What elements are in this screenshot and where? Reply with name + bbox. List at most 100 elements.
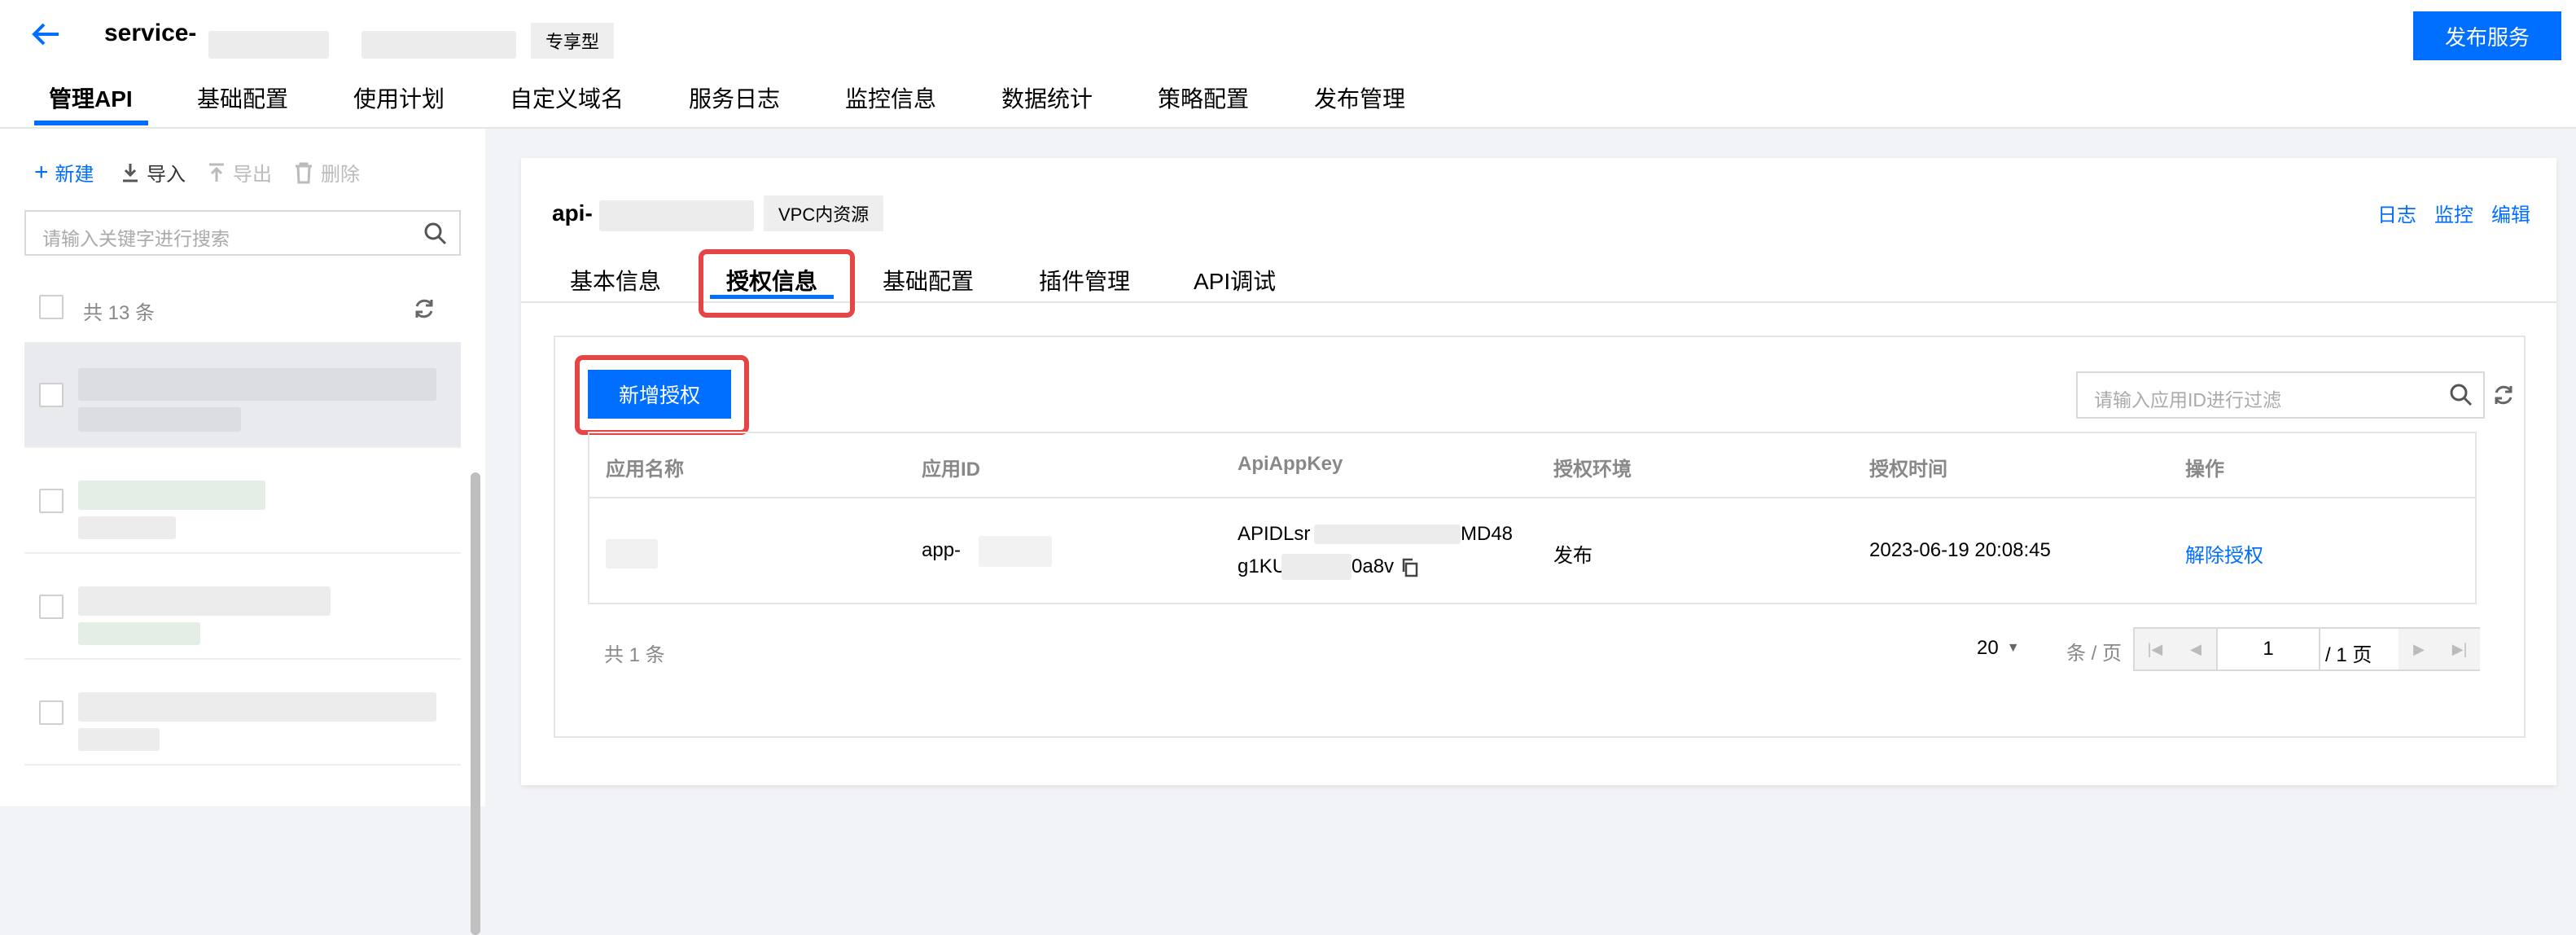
col-actions: 操作: [2185, 459, 2224, 481]
highlight-box: [575, 355, 749, 435]
plus-icon: +: [34, 158, 49, 186]
tab-basic-info[interactable]: 基本信息: [570, 264, 661, 296]
page-size-value: 20: [1977, 637, 1999, 659]
app-id-cell: app-: [922, 539, 962, 561]
redacted-block: [606, 539, 658, 568]
download-icon: [123, 163, 138, 182]
total-pages: / 1 页: [2325, 644, 2372, 666]
col-api-app-key: ApiAppKey: [1238, 453, 1343, 475]
filter-placeholder: 请输入应用ID进行过滤: [2094, 389, 2281, 410]
nav-service-log[interactable]: 服务日志: [689, 81, 780, 114]
api-app-key-line2-end: 0a8v: [1352, 555, 1395, 577]
col-app-id: 应用ID: [922, 459, 980, 481]
delete-label: 删除: [321, 164, 360, 186]
import-label: 导入: [147, 164, 186, 186]
refresh-icon[interactable]: [412, 296, 436, 321]
nav-manage-api[interactable]: 管理API: [49, 81, 133, 114]
api-app-key-line2-start: g1KU: [1238, 555, 1287, 577]
header-bar: service- 专享型 发布服务 管理API 基础配置 使用计划 自定义域名 …: [0, 0, 2576, 129]
pagination: |◀ ◀ 1 / 1 页 ▶ ▶|: [2133, 627, 2480, 671]
last-page-icon[interactable]: ▶|: [2439, 629, 2480, 669]
tab-plugin-manage[interactable]: 插件管理: [1039, 264, 1130, 296]
service-type-tag: 专享型: [531, 23, 615, 59]
nav-data-stats[interactable]: 数据统计: [1001, 81, 1093, 114]
next-page-icon[interactable]: ▶: [2399, 629, 2439, 669]
vpc-tag: VPC内资源: [764, 195, 884, 231]
search-icon[interactable]: [423, 222, 448, 246]
redacted-block: [78, 728, 160, 751]
edit-link[interactable]: 编辑: [2491, 199, 2530, 227]
nav-publish-manage[interactable]: 发布管理: [1314, 81, 1405, 114]
list-item[interactable]: [24, 342, 461, 448]
row-checkbox[interactable]: [39, 489, 64, 513]
col-app-name: 应用名称: [606, 459, 684, 481]
auth-time-cell: 2023-06-19 20:08:45: [1869, 539, 2051, 561]
search-placeholder: 请输入关键字进行搜索: [42, 228, 230, 249]
revoke-auth-link[interactable]: 解除授权: [2185, 539, 2263, 568]
nav-basic-config[interactable]: 基础配置: [197, 81, 288, 114]
redacted-block: [361, 31, 516, 59]
col-auth-env: 授权环境: [1553, 459, 1632, 481]
table-row: app- APIDLsr MD48 g1KU 0a8v 发布 2023-06-1…: [589, 498, 2475, 603]
nav-custom-domain[interactable]: 自定义域名: [510, 81, 624, 114]
export-label: 导出: [233, 164, 272, 186]
redacted-block: [78, 516, 176, 539]
col-auth-time: 授权时间: [1869, 459, 1947, 481]
list-item[interactable]: [24, 554, 461, 660]
redacted-block: [1281, 554, 1352, 580]
monitor-link[interactable]: 监控: [2434, 199, 2473, 227]
highlight-box: [699, 249, 855, 318]
select-all-checkbox[interactable]: [39, 295, 64, 319]
app-id-filter-input[interactable]: 请输入应用ID进行过滤: [2076, 371, 2485, 419]
upload-icon: [209, 163, 224, 182]
list-item[interactable]: [24, 448, 461, 554]
auth-env-cell: 发布: [1553, 545, 1592, 567]
first-page-icon[interactable]: |◀: [2135, 629, 2175, 669]
log-link[interactable]: 日志: [2377, 199, 2416, 227]
redacted-block: [78, 622, 200, 645]
list-item[interactable]: [24, 660, 461, 766]
search-icon[interactable]: [2449, 383, 2473, 407]
tab-basic-config[interactable]: 基础配置: [883, 264, 974, 296]
prev-page-icon[interactable]: ◀: [2175, 629, 2216, 669]
row-checkbox[interactable]: [39, 383, 64, 407]
nav-usage-plan[interactable]: 使用计划: [353, 81, 445, 114]
publish-service-button[interactable]: 发布服务: [2413, 11, 2561, 60]
delete-button[interactable]: 删除: [293, 158, 360, 187]
page-size-unit: 条 / 页: [2066, 643, 2123, 665]
api-search-input[interactable]: 请输入关键字进行搜索: [24, 210, 461, 256]
new-api-button[interactable]: + 新建: [34, 158, 94, 187]
back-arrow-icon[interactable]: [28, 16, 64, 52]
new-label: 新建: [55, 164, 94, 186]
redacted-block: [208, 31, 329, 59]
trash-icon: [296, 162, 312, 183]
nav-active-indicator: [34, 121, 148, 125]
import-button[interactable]: 导入: [120, 158, 186, 187]
page-size-select[interactable]: 20 ▼: [1977, 637, 2020, 660]
api-app-key-line1-start: APIDLsr: [1238, 523, 1311, 545]
export-button[interactable]: 导出: [207, 158, 272, 187]
redacted-block: [979, 536, 1052, 567]
redacted-block: [78, 481, 265, 510]
redacted-block: [78, 368, 436, 401]
api-app-key-line1-end: MD48: [1461, 523, 1514, 545]
auth-panel: 新增授权 请输入应用ID进行过滤 应用名称 应用ID ApiAppKey 授权环…: [554, 336, 2526, 738]
nav-monitor-info[interactable]: 监控信息: [845, 81, 936, 114]
row-checkbox[interactable]: [39, 595, 64, 619]
redacted-block: [599, 200, 754, 231]
service-title: service-: [104, 20, 197, 46]
refresh-icon[interactable]: [2491, 383, 2516, 407]
nav-policy-config[interactable]: 策略配置: [1158, 81, 1249, 114]
redacted-block: [78, 586, 331, 616]
tab-api-debug[interactable]: API调试: [1194, 264, 1276, 296]
page-number-input[interactable]: 1: [2216, 629, 2320, 669]
total-count: 共 1 条: [604, 644, 665, 666]
redacted-block: [78, 407, 241, 432]
copy-icon[interactable]: [1400, 557, 1420, 578]
api-detail-card: api- VPC内资源 日志 监控 编辑 基本信息 授权信息 基础配置 插件管理…: [521, 158, 2556, 785]
caret-down-icon: ▼: [2006, 641, 2020, 655]
row-checkbox[interactable]: [39, 700, 64, 725]
sidebar-scrollbar[interactable]: [471, 472, 480, 935]
api-list-sidebar: + 新建 导入 导出 删除 请输入关键字进行搜索 共 13 条: [0, 129, 485, 935]
api-title: api-: [552, 200, 593, 226]
